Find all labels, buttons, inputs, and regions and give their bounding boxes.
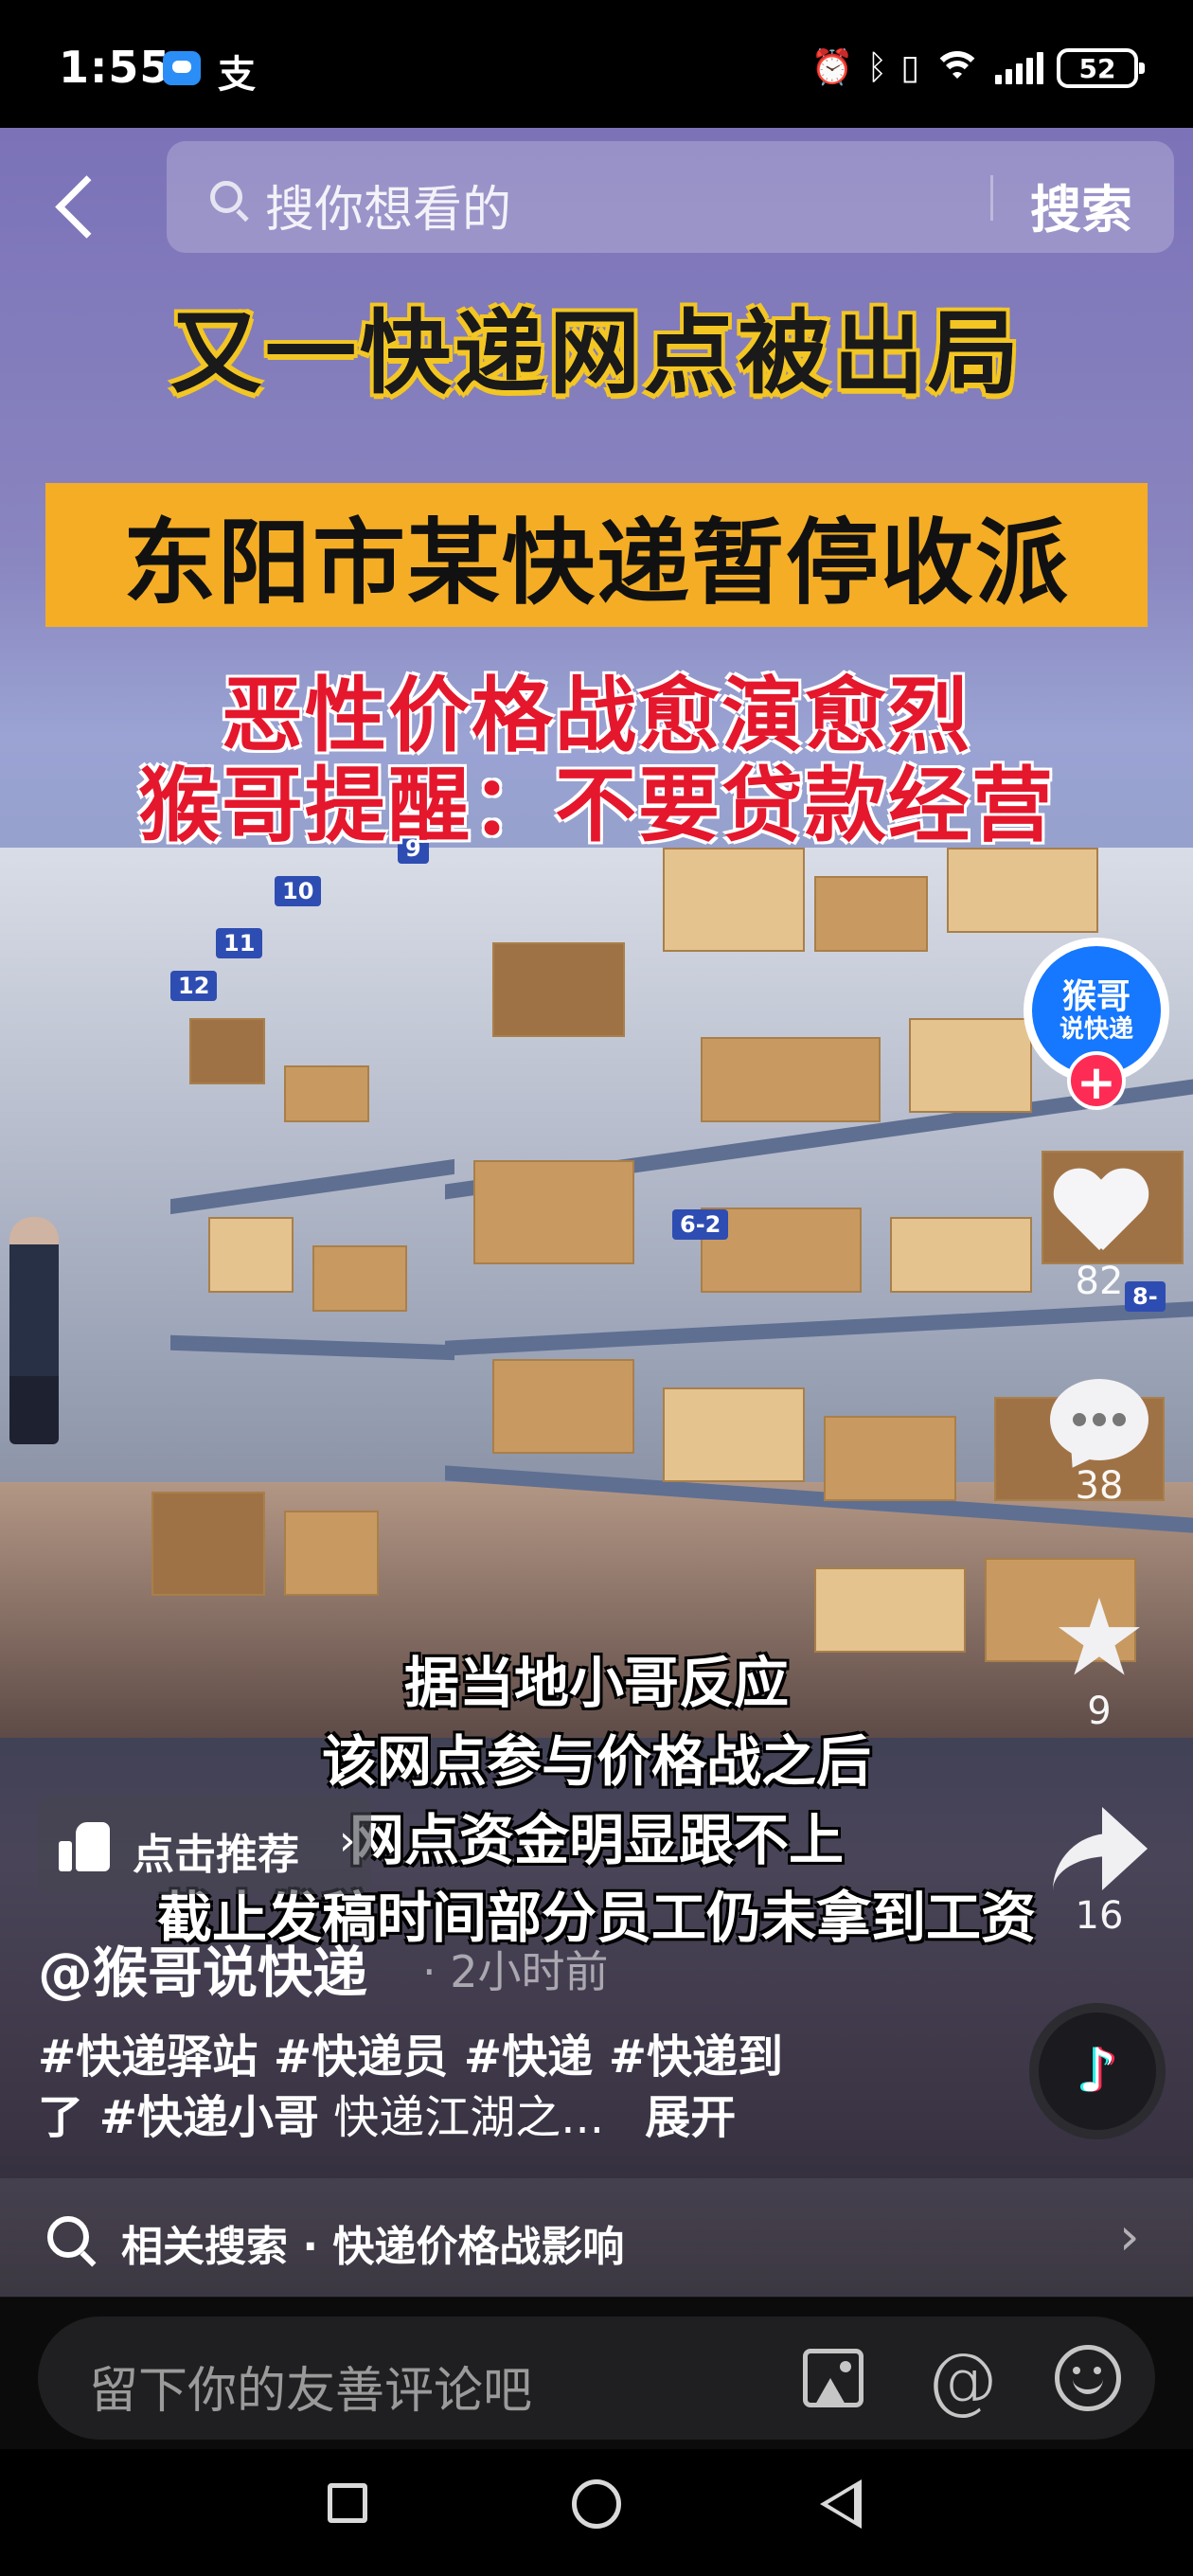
parcel-box — [208, 1217, 294, 1293]
comment-count: 38 — [1075, 1464, 1124, 1508]
post-description-text: 快递江湖之... — [333, 2091, 604, 2144]
search-icon — [47, 2216, 89, 2258]
thumbs-up-icon — [59, 1818, 112, 1871]
parcel-box — [189, 1018, 265, 1084]
battery-level: 52 — [1078, 52, 1116, 84]
parcel-box — [492, 942, 625, 1037]
video-headline: 东阳市某快递暂停收派 — [45, 483, 1148, 627]
recommend-button[interactable]: 点击推荐 › — [38, 1796, 371, 1894]
expand-button[interactable]: 展开 — [645, 2091, 736, 2144]
search-bar[interactable]: 搜你想看的 搜索 — [167, 141, 1174, 253]
chevron-right-icon: › — [1119, 2207, 1140, 2266]
parcel-box — [890, 1217, 1032, 1293]
post-time: · 2小时前 — [422, 1946, 609, 1997]
wifi-icon — [933, 49, 982, 87]
star-icon: ★ — [1051, 1577, 1148, 1700]
video-title-line: 又一快递网点被出局 — [170, 300, 1023, 406]
comment-input[interactable]: 留下你的友善评论吧 @ — [38, 2317, 1155, 2440]
parcel-box — [947, 848, 1098, 933]
like-button[interactable]: 82 — [1042, 1171, 1156, 1303]
share-count: 16 — [1075, 1894, 1124, 1938]
shelf-tag: 11 — [216, 928, 263, 958]
parcel-box — [814, 876, 928, 952]
status-icons: ⏰ ᛒ ▯ 52 — [810, 42, 1145, 95]
top-bar: 搜你想看的 搜索 — [0, 128, 1193, 270]
subtitle-line: 据当地小哥反应 — [403, 1651, 789, 1715]
parcel-box — [151, 1492, 265, 1596]
chevron-right-icon: › — [339, 1816, 356, 1865]
shelf-tag: 12 — [170, 971, 218, 1001]
message-app-icon — [163, 51, 201, 85]
share-button[interactable]: 16 — [1042, 1805, 1156, 1938]
search-input[interactable]: 搜你想看的 — [265, 170, 511, 241]
at-mention-icon[interactable]: @ — [926, 2337, 998, 2422]
post-hashtags-continued[interactable]: 了 #快递小哥 — [38, 2091, 319, 2144]
recent-apps-icon[interactable] — [328, 2483, 367, 2523]
home-icon[interactable] — [572, 2479, 621, 2529]
comment-bubble-icon — [1050, 1379, 1148, 1460]
vibrate-icon: ▯ — [900, 48, 919, 87]
emoji-icon[interactable] — [1055, 2345, 1121, 2411]
back-triangle-icon[interactable] — [820, 2479, 862, 2529]
parcel-box — [663, 1387, 805, 1482]
parcel-box — [663, 848, 805, 952]
shelf-tag: 10 — [275, 876, 322, 906]
bluetooth-icon: ᛒ — [866, 48, 888, 87]
parcel-box — [473, 1160, 634, 1264]
tiktok-note-icon: ♪ — [1077, 2036, 1117, 2106]
share-arrow-icon — [1047, 1805, 1151, 1890]
parcel-box — [312, 1245, 407, 1312]
comment-button[interactable]: 38 — [1042, 1379, 1156, 1508]
shelf-tag: 6-2 — [672, 1209, 729, 1240]
parcel-box — [701, 1037, 881, 1122]
comment-placeholder: 留下你的友善评论吧 — [89, 2363, 533, 2420]
status-time: 1:55 — [59, 42, 171, 93]
signal-icon — [995, 52, 1043, 84]
status-bar: 1:55 支 ⏰ ᛒ ▯ 52 — [0, 0, 1193, 133]
video-warning-line-2: 猴哥提醒：不要贷款经营 — [138, 759, 1055, 853]
author-name[interactable]: @猴哥说快递 — [38, 1928, 367, 2008]
related-search-text: 相关搜索 · 快递价格战影响 — [121, 2223, 625, 2271]
alarm-icon: ⏰ — [810, 48, 854, 87]
back-icon[interactable] — [49, 168, 106, 243]
image-icon[interactable] — [803, 2349, 864, 2407]
recommend-label: 点击推荐 — [133, 1831, 299, 1879]
post-description: 了 #快递小哥 快递江湖之... 展开 — [38, 2080, 736, 2146]
search-divider — [990, 175, 993, 221]
parcel-box — [824, 1416, 956, 1501]
related-search-bar[interactable]: 相关搜索 · 快递价格战影响 › — [0, 2178, 1193, 2298]
parcel-box — [909, 1018, 1032, 1113]
like-count: 82 — [1075, 1260, 1124, 1303]
subtitle-line: 该网点参与价格战之后 — [321, 1729, 871, 1794]
comment-bar: 留下你的友善评论吧 @ — [0, 2298, 1193, 2449]
parcel-box — [284, 1511, 379, 1596]
follow-button[interactable]: + — [1067, 1051, 1126, 1110]
person-figure — [9, 1217, 59, 1444]
system-nav-bar — [0, 2449, 1193, 2576]
post-hashtags[interactable]: #快递驿站 #快递员 #快递 #快递到 — [38, 2019, 783, 2085]
parcel-box — [492, 1359, 634, 1454]
search-button[interactable]: 搜索 — [1030, 168, 1132, 242]
battery-icon: 52 — [1057, 48, 1145, 88]
music-disc-icon[interactable]: ♪ — [1029, 2003, 1166, 2139]
parcel-box — [284, 1065, 369, 1122]
search-icon — [210, 181, 242, 213]
avatar-text-line1: 猴哥 — [1061, 976, 1131, 1016]
heart-icon — [1052, 1171, 1147, 1256]
favorite-button[interactable]: ★ 9 — [1042, 1577, 1156, 1733]
avatar-text-line2: 说快递 — [1059, 1014, 1133, 1044]
alipay-icon: 支 — [218, 53, 256, 97]
